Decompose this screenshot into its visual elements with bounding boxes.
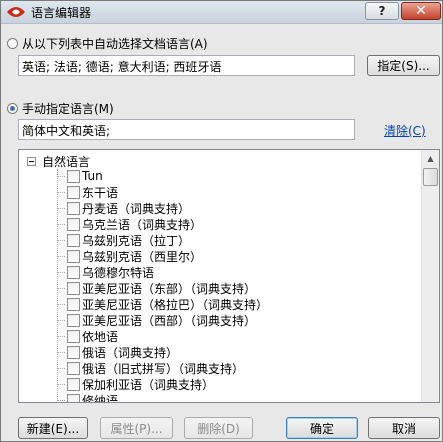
language-checkbox[interactable] <box>67 377 80 391</box>
manual-languages-input[interactable]: 简体中文和英语; <box>18 119 355 140</box>
list-item[interactable]: 亚美尼亚语（东部）（词典支持） <box>57 280 256 296</box>
list-item[interactable]: Tun <box>57 168 103 184</box>
tree-scrollbar[interactable]: ▲ <box>421 150 439 402</box>
language-checkbox[interactable] <box>67 281 80 295</box>
language-checkbox[interactable] <box>67 233 80 247</box>
list-item[interactable]: 俄语（词典支持） <box>57 344 178 360</box>
list-item[interactable]: 依地语 <box>57 328 118 344</box>
tree-root-node[interactable]: 自然语言 <box>27 153 90 169</box>
language-label: 乌兹别克语（西里尔） <box>82 249 203 264</box>
language-label: 乌兹别克语（拉丁） <box>82 233 191 248</box>
title-bar[interactable]: 语言编辑器 ? ✕ <box>1 1 442 24</box>
language-editor-dialog: 语言编辑器 ? ✕ 从以下列表中自动选择文档语言(A) 英语; 法语; 德语; … <box>0 0 443 442</box>
close-icon: ✕ <box>415 3 427 19</box>
language-checkbox[interactable] <box>67 313 80 327</box>
manual-select-label[interactable]: 手动指定语言(M) <box>22 100 114 117</box>
language-label: 俄语（词典支持） <box>82 345 179 360</box>
language-checkbox[interactable] <box>67 249 80 263</box>
manual-select-radio[interactable] <box>7 103 18 114</box>
language-label: 丹麦语（词典支持） <box>82 201 191 216</box>
delete-button[interactable]: 删除(D) <box>184 417 253 439</box>
language-checkbox[interactable] <box>67 361 80 375</box>
list-item[interactable]: 俄语（旧式拼写）（词典支持） <box>57 360 244 376</box>
language-tree[interactable]: 自然语言 Tun 东干语 丹麦语（词典支持） 乌克兰语（词典支持） 乌兹别克语（… <box>18 149 440 403</box>
language-label: Tun <box>82 169 103 183</box>
help-button[interactable]: ? <box>365 2 399 20</box>
language-label: 亚美尼亚语（格拉巴）（词典支持） <box>82 297 269 312</box>
tree-root-label: 自然语言 <box>42 154 91 169</box>
language-checkbox[interactable] <box>67 217 80 231</box>
help-icon: ? <box>378 4 386 18</box>
list-item[interactable]: 亚美尼亚语（格拉巴）（词典支持） <box>57 296 268 312</box>
language-checkbox[interactable] <box>67 169 80 183</box>
list-item[interactable]: 乌德穆尔特语 <box>57 264 154 280</box>
scroll-thumb[interactable] <box>423 168 438 186</box>
language-checkbox[interactable] <box>67 201 80 215</box>
language-label: 亚美尼亚语（东部）（词典支持） <box>82 281 257 296</box>
language-label: 保加利亚语（词典支持） <box>82 377 215 392</box>
list-item[interactable]: 乌克兰语（词典支持） <box>57 216 202 232</box>
auto-select-label[interactable]: 从以下列表中自动选择文档语言(A) <box>22 35 208 52</box>
auto-select-radio[interactable] <box>7 38 18 49</box>
language-label: 东干语 <box>82 185 119 200</box>
language-label: 俄语（旧式拼写）（词典支持） <box>82 361 245 376</box>
window-title: 语言编辑器 <box>31 6 92 20</box>
language-checkbox[interactable] <box>67 393 80 402</box>
list-item[interactable]: 修纳语 <box>57 392 118 402</box>
clear-link[interactable]: 清除(C) <box>384 122 426 139</box>
new-button[interactable]: 新建(E)... <box>18 417 88 439</box>
language-label: 乌德穆尔特语 <box>82 265 155 280</box>
list-item[interactable]: 乌兹别克语（拉丁） <box>57 232 190 248</box>
collapse-icon[interactable] <box>27 156 36 166</box>
language-label: 依地语 <box>82 329 119 344</box>
language-label: 乌克兰语（词典支持） <box>82 217 203 232</box>
close-button[interactable]: ✕ <box>401 2 441 20</box>
language-checkbox[interactable] <box>67 265 80 279</box>
language-label: 修纳语 <box>82 393 119 403</box>
auto-languages-field[interactable]: 英语; 法语; 德语; 意大利语; 西班牙语 <box>18 55 355 76</box>
list-item[interactable]: 东干语 <box>57 184 118 200</box>
cancel-button[interactable]: 取消 <box>368 417 440 439</box>
specify-button[interactable]: 指定(S)... <box>367 55 440 76</box>
language-checkbox[interactable] <box>67 185 80 199</box>
ok-button[interactable]: 确定 <box>286 417 358 439</box>
language-checkbox[interactable] <box>67 345 80 359</box>
language-checkbox[interactable] <box>67 297 80 311</box>
language-checkbox[interactable] <box>67 329 80 343</box>
language-label: 亚美尼亚语（西部）（词典支持） <box>82 313 257 328</box>
properties-button[interactable]: 属性(P)... <box>100 417 173 439</box>
list-item[interactable]: 保加利亚语（词典支持） <box>57 376 214 392</box>
scroll-up-icon[interactable]: ▲ <box>423 151 438 166</box>
list-item[interactable]: 乌兹别克语（西里尔） <box>57 248 202 264</box>
app-logo-icon <box>7 7 25 17</box>
list-item[interactable]: 亚美尼亚语（西部）（词典支持） <box>57 312 256 328</box>
list-item[interactable]: 丹麦语（词典支持） <box>57 200 190 216</box>
tree-viewport: 自然语言 Tun 东干语 丹麦语（词典支持） 乌克兰语（词典支持） 乌兹别克语（… <box>19 150 421 402</box>
